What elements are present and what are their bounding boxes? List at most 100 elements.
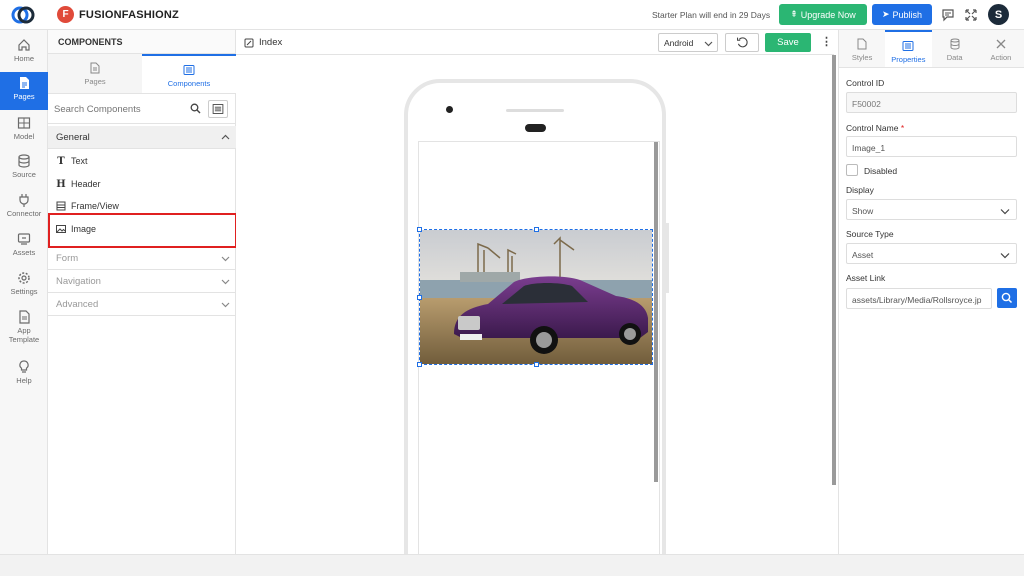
image-control-selected[interactable]	[419, 229, 653, 365]
canvas-toolbar: Index Android Save ⋮	[236, 30, 834, 55]
chevron-up-icon	[221, 134, 230, 140]
template-icon	[19, 310, 30, 324]
tab-pages[interactable]: Pages	[48, 54, 142, 93]
disabled-checkbox[interactable]	[846, 164, 858, 176]
nav-label: Help	[16, 376, 32, 385]
component-text[interactable]: T Text	[56, 152, 88, 170]
properties-tabs: Styles Properties Data Action	[839, 30, 1024, 68]
nav-label: Settings	[10, 287, 38, 296]
canvas-scrollbar[interactable]	[832, 55, 836, 485]
asset-link-label: Asset Link	[846, 273, 886, 283]
upgrade-icon: ⇞	[790, 9, 798, 19]
tab-styles[interactable]: Styles	[839, 30, 885, 67]
source-type-label: Source Type	[846, 229, 894, 239]
nav-label: Assets	[12, 248, 36, 257]
resize-handle[interactable]	[534, 227, 539, 232]
asset-link-field[interactable]: assets/Library/Media/Rollsroyce.jp	[846, 288, 992, 309]
tab-label: Properties	[891, 55, 926, 64]
chevron-down-icon	[704, 41, 713, 47]
publish-label: Publish	[892, 9, 923, 20]
display-select[interactable]: Show	[846, 199, 1017, 220]
feedback-icon[interactable]	[941, 8, 955, 22]
upgrade-label: Upgrade Now	[800, 9, 856, 20]
component-label: Frame/View	[71, 201, 119, 211]
source-type-value: Asset	[852, 250, 874, 260]
lightbulb-icon	[19, 360, 29, 373]
save-button[interactable]: Save	[765, 33, 811, 52]
upgrade-button[interactable]: ⇞ Upgrade Now	[779, 4, 867, 25]
control-name-text: Control Name	[846, 123, 899, 133]
section-navigation[interactable]: Navigation	[48, 270, 236, 293]
nav-item-source[interactable]: Source	[0, 150, 48, 188]
control-name-field[interactable]: Image_1	[846, 136, 1017, 157]
nav-item-connector[interactable]: Connector	[0, 189, 48, 227]
project-brand[interactable]: F FUSIONFASHIONZ	[57, 6, 179, 23]
nav-item-assets[interactable]: Assets	[0, 228, 48, 266]
brand-badge: F	[57, 6, 74, 23]
list-view-icon[interactable]	[208, 100, 228, 118]
nav-item-app-template[interactable]: App Template	[0, 306, 48, 352]
frame-icon	[56, 201, 66, 211]
undo-icon[interactable]	[725, 33, 759, 52]
nav-item-model[interactable]: Model	[0, 112, 48, 150]
text-icon: T	[57, 155, 65, 167]
user-avatar[interactable]: S	[988, 4, 1009, 25]
page-name: Index	[259, 37, 283, 48]
section-label: Navigation	[56, 276, 101, 287]
screen-scrollbar[interactable]	[654, 142, 658, 482]
section-label: Advanced	[56, 299, 99, 310]
components-panel: COMPONENTS Pages Components General T Te…	[48, 30, 236, 554]
chevron-down-icon	[1000, 253, 1010, 259]
section-advanced[interactable]: Advanced	[48, 293, 236, 316]
component-label: Header	[71, 179, 101, 189]
section-general[interactable]: General	[48, 126, 236, 149]
more-options-icon[interactable]: ⋮	[821, 35, 832, 49]
nav-item-pages[interactable]: Pages	[0, 72, 48, 110]
nav-item-help[interactable]: Help	[0, 356, 48, 394]
disabled-label: Disabled	[864, 166, 898, 176]
table-icon	[17, 117, 31, 129]
control-id-field: F50002	[846, 92, 1017, 113]
design-canvas	[236, 55, 834, 554]
tab-properties[interactable]: Properties	[885, 30, 932, 67]
component-label: Text	[71, 156, 88, 166]
home-icon	[18, 39, 30, 51]
bottom-bar	[0, 554, 1024, 576]
nav-label: Source	[12, 170, 36, 179]
nav-label: Model	[13, 132, 35, 141]
search-input[interactable]	[54, 100, 194, 118]
section-form[interactable]: Form	[48, 247, 236, 270]
search-icon[interactable]	[190, 103, 201, 114]
search-icon[interactable]	[997, 288, 1017, 308]
source-type-select[interactable]: Asset	[846, 243, 1017, 264]
resize-handle[interactable]	[417, 362, 422, 367]
send-icon: ➤	[881, 9, 890, 19]
page-icon	[90, 62, 100, 74]
styles-icon	[857, 38, 867, 50]
platform-select[interactable]: Android	[658, 33, 718, 52]
resize-handle[interactable]	[534, 362, 539, 367]
tab-data[interactable]: Data	[932, 30, 978, 67]
page-title: Index	[244, 37, 282, 48]
left-navigation: Home Pages Model Source Connector Assets…	[0, 30, 48, 554]
component-header[interactable]: H Header	[56, 175, 101, 193]
app-logo-icon[interactable]	[11, 5, 35, 25]
required-mark: *	[900, 123, 905, 133]
phone-sensor	[525, 124, 546, 132]
component-search-row	[48, 94, 236, 124]
resize-handle[interactable]	[417, 295, 422, 300]
nav-item-settings[interactable]: Settings	[0, 267, 48, 305]
fullscreen-icon[interactable]	[964, 8, 978, 22]
publish-button[interactable]: ➤ Publish	[872, 4, 932, 25]
tab-action[interactable]: Action	[978, 30, 1024, 67]
nav-label: Home	[13, 54, 34, 63]
chevron-down-icon	[221, 302, 230, 308]
nav-item-home[interactable]: Home	[0, 34, 48, 72]
resize-handle[interactable]	[417, 227, 422, 232]
properties-panel: Styles Properties Data Action Control ID…	[838, 30, 1024, 554]
tab-components[interactable]: Components	[142, 54, 236, 93]
display-value: Show	[852, 206, 874, 216]
car-image	[420, 230, 652, 364]
tab-label: Components	[167, 79, 211, 88]
tools-icon	[996, 39, 1006, 49]
